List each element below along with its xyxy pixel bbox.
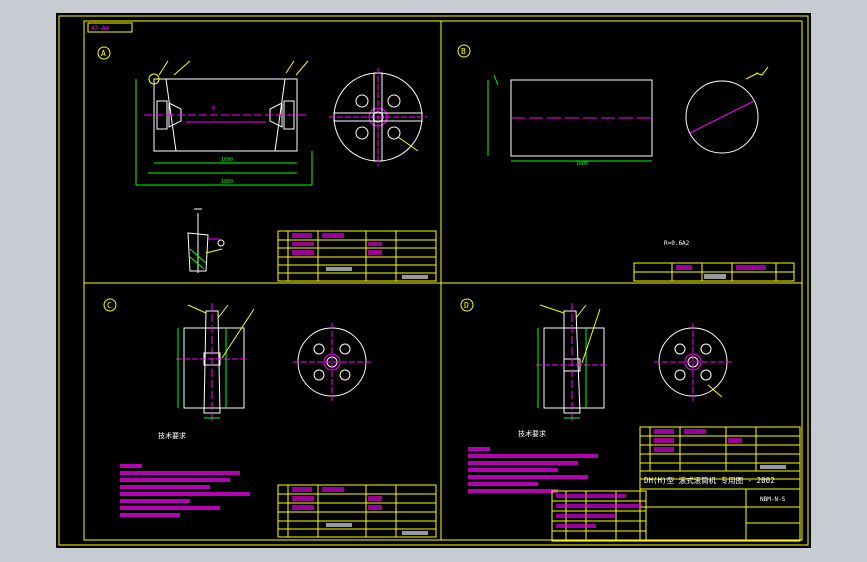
panel-c-notes [120, 464, 250, 517]
sheet-tag: A3-A4 [91, 25, 109, 32]
panel-d-hub-section [536, 303, 608, 423]
panel-d-label: D [460, 298, 474, 312]
parts-table-a [277, 230, 437, 282]
svg-text:1600: 1600 [576, 161, 588, 167]
title-block-code: NBM-N-S [760, 496, 786, 503]
svg-text:1800: 1800 [221, 179, 233, 185]
panel-a-drum-side-view: φ 1600 1800 [135, 60, 313, 186]
svg-text:D: D [464, 301, 469, 310]
panel-b-note: R=0.6A2 [664, 240, 690, 247]
panel-d-notes-heading: 技术要求 [518, 429, 546, 438]
panel-b-drum-shell: 1600 [487, 74, 653, 167]
panel-b-label: B [457, 44, 471, 58]
parts-table-c [277, 484, 437, 538]
cad-drawing-canvas[interactable]: A3-A4 A B C D φ 1600 1800 1600 R=0.6A2 技… [56, 13, 811, 548]
panel-b-end-circle [685, 66, 769, 154]
svg-text:C: C [107, 301, 112, 310]
revision-table [551, 490, 647, 542]
title-block-title: DH(H)型 滚式滚筒机 专用图 - 2002 [644, 475, 775, 485]
panel-d-notes [468, 447, 598, 493]
panel-a-end-view [329, 68, 427, 166]
svg-text:B: B [461, 47, 466, 56]
panel-c-flange-view [293, 323, 371, 401]
panel-d-flange-view [654, 323, 732, 401]
panel-c-label: C [103, 298, 117, 312]
svg-text:φ: φ [212, 105, 215, 111]
panel-c-notes-heading: 技术要求 [158, 431, 186, 440]
panel-a-detail [187, 208, 225, 273]
panel-c-hub-section [176, 303, 255, 423]
svg-text:A: A [101, 49, 106, 58]
parts-table-b [633, 262, 795, 282]
panel-a-label: A [97, 46, 111, 60]
svg-text:1600: 1600 [221, 157, 233, 163]
drawing-sheet: A3-A4 A B C D φ 1600 1800 1600 R=0.6A2 技… [58, 15, 809, 546]
